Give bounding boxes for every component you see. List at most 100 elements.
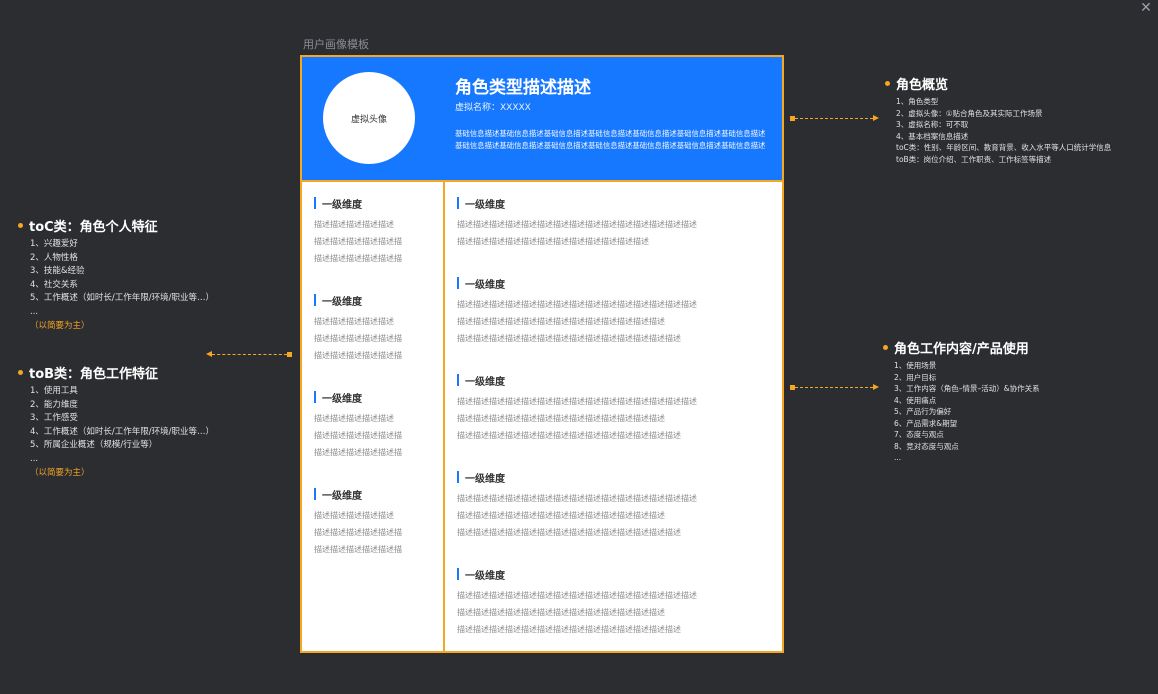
dimension-line: 描述描述描述描述描述描 bbox=[314, 528, 402, 537]
dimension-line: 描述描述描述描述描述描述描述描述描述描述描述描述描述描述描述 bbox=[457, 220, 697, 229]
toc-item: ... bbox=[30, 306, 39, 317]
dimension-bar-icon bbox=[314, 391, 316, 403]
left-column: 一级维度 描述描述描述描述描述 描述描述描述描述描述描 描述描述描述描述描述描 … bbox=[302, 182, 445, 651]
dimension-line: 描述描述描述描述描述 bbox=[314, 511, 394, 520]
dimension-title: 一级维度 bbox=[322, 199, 362, 211]
persona-template-card: 虚拟头像 角色类型描述描述 虚拟名称：XXXXX 基础信息描述基础信息描述基础信… bbox=[300, 55, 784, 653]
dimension-block: 一级维度 描述描述描述描述描述 描述描述描述描述描述描 描述描述描述描述描述描 bbox=[314, 196, 402, 267]
bullet-dot-icon bbox=[885, 81, 890, 86]
tob-item: 5、所属企业概述（规模/行业等） bbox=[30, 440, 158, 450]
persona-header: 虚拟头像 角色类型描述描述 虚拟名称：XXXXX 基础信息描述基础信息描述基础信… bbox=[302, 57, 782, 182]
dimension-line: 描述描述描述描述描述描 bbox=[314, 237, 402, 246]
canvas-label: 用户画像模板 bbox=[303, 38, 369, 51]
tob-title: toB类：角色工作特征 bbox=[29, 367, 159, 382]
dimension-line: 描述描述描述描述描述描 bbox=[314, 448, 402, 457]
avatar: 虚拟头像 bbox=[323, 72, 415, 164]
work-item: 2、用户目标 bbox=[894, 372, 937, 382]
right-column: 一级维度 描述描述描述描述描述描述描述描述描述描述描述描述描述描述描述 描述描述… bbox=[445, 182, 782, 651]
dimension-line: 描述描述描述描述描述描述描述描述描述描述描述描述描述描述 bbox=[457, 431, 681, 440]
work-item: 8、竞对态度与观点 bbox=[894, 441, 959, 451]
toc-item: 5、工作概述（如时长/工作年限/环境/职业等…） bbox=[30, 293, 215, 303]
bullet-dot-icon bbox=[18, 370, 23, 375]
dimension-block: 一级维度 描述描述描述描述描述描述描述描述描述描述描述描述描述描述描述 描述描述… bbox=[457, 276, 697, 347]
tob-annotation: toB类：角色工作特征 1、使用工具 2、能力维度 3、工作感受 4、工作概述（… bbox=[18, 363, 214, 480]
tob-item: 3、工作感受 bbox=[30, 413, 78, 423]
work-annotation: 角色工作内容/产品使用 1、使用场景 2、用户目标 3、工作内容（角色–情景–活… bbox=[883, 338, 1040, 464]
work-item: 1、使用场景 bbox=[894, 361, 937, 370]
overview-annotation: 角色概览 1、角色类型 2、虚拟头像：①贴合角色及其实际工作场景 3、虚拟名称：… bbox=[885, 74, 1111, 165]
tob-item: ... bbox=[30, 453, 39, 464]
dimension-bar-icon bbox=[457, 568, 459, 580]
dimension-line: 描述描述描述描述描述描述描述描述描述描述描述描述描述 bbox=[457, 317, 665, 326]
work-item: 4、使用痛点 bbox=[894, 395, 937, 405]
dimension-title: 一级维度 bbox=[465, 199, 505, 211]
dimension-line: 描述描述描述描述描述描 bbox=[314, 545, 402, 554]
tob-note: （以简要为主） bbox=[30, 468, 90, 478]
dimension-block: 一级维度 描述描述描述描述描述 描述描述描述描述描述描 描述描述描述描述描述描 bbox=[314, 390, 402, 461]
dimension-line: 描述描述描述描述描述描述描述描述描述描述描述描述描述描述描述 bbox=[457, 300, 697, 309]
overview-item: 2、虚拟头像：①贴合角色及其实际工作场景 bbox=[896, 108, 1043, 118]
dimension-title: 一级维度 bbox=[322, 393, 362, 405]
tob-item: 2、能力维度 bbox=[30, 399, 78, 410]
dimension-title: 一级维度 bbox=[322, 296, 362, 308]
tob-item: 4、工作概述（如时长/工作年限/环境/职业等…） bbox=[30, 426, 215, 437]
work-item: 3、工作内容（角色–情景–活动）&协作关系 bbox=[894, 384, 1040, 393]
dimension-bar-icon bbox=[314, 197, 316, 209]
dimension-block: 一级维度 描述描述描述描述描述描述描述描述描述描述描述描述描述描述描述 描述描述… bbox=[457, 470, 697, 541]
dimension-line: 描述描述描述描述描述描述描述描述描述描述描述描述 bbox=[457, 237, 649, 246]
dimension-bar-icon bbox=[457, 374, 459, 386]
basic-info: 基础信息描述基础信息描述基础信息描述基础信息描述基础信息描述基础信息描述基础信息… bbox=[455, 129, 766, 150]
work-item: 6、产品需求&期望 bbox=[894, 418, 958, 428]
overview-title: 角色概览 bbox=[896, 78, 949, 93]
dimension-line: 描述描述描述描述描述 bbox=[314, 317, 394, 326]
dimension-title: 一级维度 bbox=[465, 376, 505, 388]
dimension-bar-icon bbox=[457, 471, 459, 483]
dimension-title: 一级维度 bbox=[465, 279, 505, 291]
tob-item: 1、使用工具 bbox=[30, 386, 78, 396]
dimension-title: 一级维度 bbox=[465, 473, 505, 485]
dimension-title: 一级维度 bbox=[465, 570, 505, 582]
work-item: 7、态度与观点 bbox=[894, 430, 944, 439]
dimension-block: 一级维度 描述描述描述描述描述 描述描述描述描述描述描 描述描述描述描述描述描 bbox=[314, 293, 402, 364]
dimension-line: 描述描述描述描述描述描述描述描述描述描述描述描述描述描述描述 bbox=[457, 591, 697, 600]
dimension-block: 一级维度 描述描述描述描述描述 描述描述描述描述描述描 描述描述描述描述描述描 bbox=[314, 487, 402, 558]
bullet-dot-icon bbox=[18, 223, 23, 228]
toc-item: 4、社交关系 bbox=[30, 279, 78, 290]
dimension-line: 描述描述描述描述描述描述描述描述描述描述描述描述描述描述 bbox=[457, 528, 681, 537]
arrow-right-icon bbox=[873, 384, 879, 390]
toc-item: 3、技能&经验 bbox=[30, 266, 85, 276]
connector-left bbox=[212, 354, 287, 355]
bullet-dot-icon bbox=[883, 345, 888, 350]
dimension-line: 描述描述描述描述描述描述描述描述描述描述描述描述描述 bbox=[457, 608, 665, 617]
overview-item: 3、虚拟名称：可不取 bbox=[896, 120, 969, 129]
dimension-line: 描述描述描述描述描述描述描述描述描述描述描述描述描述 bbox=[457, 414, 665, 423]
dimension-bar-icon bbox=[314, 294, 316, 306]
overview-item: 1、角色类型 bbox=[896, 97, 939, 106]
dimension-block: 一级维度 描述描述描述描述描述描述描述描述描述描述描述描述描述描述描述 描述描述… bbox=[457, 567, 697, 638]
arrow-right-icon bbox=[873, 115, 879, 121]
overview-item: toC类：性别、年龄区间、教育背景、收入水平等人口统计学信息 bbox=[896, 143, 1112, 152]
dimension-line: 描述描述描述描述描述描 bbox=[314, 334, 402, 343]
dimension-line: 描述描述描述描述描述描 bbox=[314, 431, 402, 440]
dimension-line: 描述描述描述描述描述 bbox=[314, 414, 394, 423]
toc-annotation: toC类：角色个人特征 1、兴趣爱好 2、人物性格 3、技能&经验 4、社交关系… bbox=[18, 216, 214, 333]
toc-note: （以简要为主） bbox=[30, 321, 90, 331]
close-icon[interactable]: ✕ bbox=[1138, 0, 1154, 16]
toc-item: 2、人物性格 bbox=[30, 252, 78, 263]
dimension-line: 描述描述描述描述描述描述描述描述描述描述描述描述描述描述 bbox=[457, 625, 681, 634]
virtual-name: 虚拟名称：XXXXX bbox=[455, 103, 531, 113]
dimension-block: 一级维度 描述描述描述描述描述描述描述描述描述描述描述描述描述描述描述 描述描述… bbox=[457, 373, 697, 444]
dimension-bar-icon bbox=[314, 488, 316, 500]
role-title: 角色类型描述描述 bbox=[455, 78, 591, 98]
arrow-left-icon bbox=[206, 351, 212, 357]
connector-work bbox=[795, 387, 873, 388]
work-item: ... bbox=[894, 453, 902, 462]
avatar-label: 虚拟头像 bbox=[350, 114, 387, 125]
work-item: 5、产品行为偏好 bbox=[894, 407, 952, 416]
dimension-block: 一级维度 描述描述描述描述描述描述描述描述描述描述描述描述描述描述描述 描述描述… bbox=[457, 196, 697, 250]
dimension-line: 描述描述描述描述描述描 bbox=[314, 254, 402, 263]
dimension-title: 一级维度 bbox=[322, 490, 362, 502]
work-title: 角色工作内容/产品使用 bbox=[894, 342, 1029, 357]
dimension-bar-icon bbox=[457, 277, 459, 289]
toc-title: toC类：角色个人特征 bbox=[29, 220, 158, 235]
